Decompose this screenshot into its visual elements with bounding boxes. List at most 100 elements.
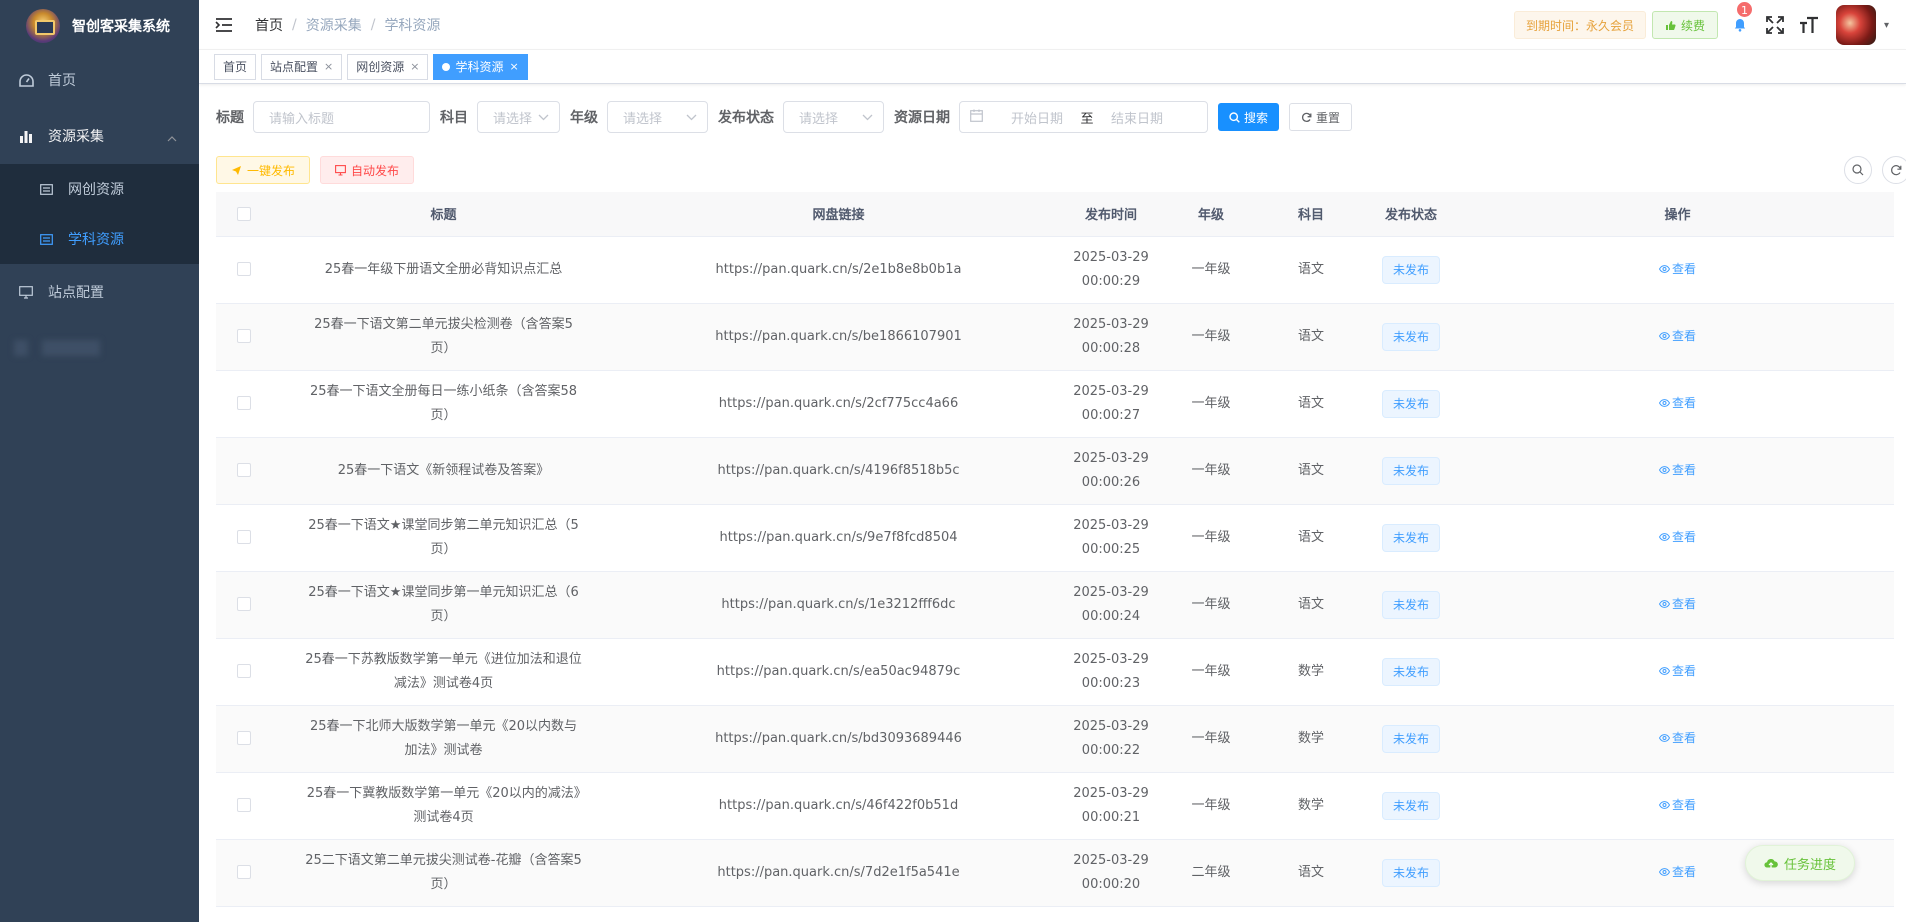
row-checkbox[interactable] bbox=[236, 530, 251, 544]
reset-button[interactable]: 重置 bbox=[1289, 103, 1353, 131]
cell-link: https://pan.quark.cn/s/ea50ac94879c bbox=[616, 638, 1061, 706]
tab-wangchuang-resources[interactable]: 网创资源 × bbox=[347, 53, 429, 80]
search-form: 标题 请输入标题 科目 请选择 年级 请选择 发布状态 请选择 资源日期 开始日… bbox=[216, 84, 1894, 148]
sidebar-item-site-config[interactable]: 站点配置 bbox=[0, 264, 199, 320]
cell-grade: 一年级 bbox=[1161, 705, 1261, 773]
row-checkbox[interactable] bbox=[236, 396, 251, 410]
row-checkbox[interactable] bbox=[236, 597, 251, 611]
tab-subject-resources[interactable]: 学科资源 × bbox=[433, 53, 528, 80]
end-date-input[interactable]: 结束日期 bbox=[1098, 108, 1176, 127]
table-row: 25春一年级下册语文全册必背知识点汇总 https://pan.quark.cn/… bbox=[216, 236, 1894, 304]
table-body: 25春一年级下册语文全册必背知识点汇总 https://pan.quark.cn/… bbox=[216, 236, 1894, 907]
refresh-icon bbox=[1301, 112, 1312, 123]
view-label: 查看 bbox=[1671, 865, 1696, 879]
row-checkbox[interactable] bbox=[236, 664, 251, 678]
view-button[interactable]: 查看 bbox=[1658, 793, 1696, 817]
view-button[interactable]: 查看 bbox=[1658, 525, 1696, 549]
font-size-icon[interactable] bbox=[1798, 14, 1820, 36]
task-progress-button[interactable]: 任务进度 bbox=[1745, 845, 1856, 881]
hamburger-icon[interactable] bbox=[215, 17, 233, 33]
sidebar-item-home[interactable]: 首页 bbox=[0, 52, 199, 108]
view-label: 查看 bbox=[1671, 798, 1696, 812]
grade-select[interactable]: 请选择 bbox=[607, 101, 708, 133]
table-row: 25春一下语文第二单元拔尖检测卷（含答案5页） https://pan.quark… bbox=[216, 303, 1894, 371]
search-button[interactable]: 搜索 bbox=[1218, 103, 1280, 131]
row-checkbox[interactable] bbox=[236, 262, 251, 276]
row-checkbox[interactable] bbox=[236, 731, 251, 745]
cell-grade: 一年级 bbox=[1161, 303, 1261, 371]
sidebar-item-resource-collection[interactable]: 资源采集 bbox=[0, 108, 199, 164]
title-search-input[interactable]: 请输入标题 bbox=[253, 101, 430, 133]
tags-view: 首页 站点配置 × 网创资源 × 学科资源 × bbox=[199, 50, 1906, 84]
row-checkbox[interactable] bbox=[236, 798, 251, 812]
search-icon bbox=[1852, 164, 1864, 176]
breadcrumb-item-resource-collection[interactable]: 资源采集 bbox=[306, 15, 362, 35]
status-select[interactable]: 请选择 bbox=[783, 101, 884, 133]
cell-title: 25春一年级下册语文全册必背知识点汇总 bbox=[271, 236, 616, 304]
date-range-picker[interactable]: 开始日期 至 结束日期 bbox=[959, 101, 1208, 133]
view-label: 查看 bbox=[1671, 396, 1696, 410]
cell-subject: 语文 bbox=[1261, 370, 1361, 438]
sidebar-logo[interactable]: 智创客采集系统 bbox=[0, 0, 199, 52]
renew-label: 续费 bbox=[1680, 18, 1705, 33]
content: 标题 请输入标题 科目 请选择 年级 请选择 发布状态 请选择 资源日期 开始日… bbox=[199, 84, 1906, 907]
cell-status: 未发布 bbox=[1361, 303, 1461, 371]
row-checkbox[interactable] bbox=[236, 463, 251, 477]
subject-select[interactable]: 请选择 bbox=[477, 101, 560, 133]
close-icon[interactable]: × bbox=[324, 60, 333, 73]
view-button[interactable]: 查看 bbox=[1658, 592, 1696, 616]
close-icon[interactable]: × bbox=[410, 60, 419, 73]
row-select-cell bbox=[216, 638, 271, 706]
avatar[interactable] bbox=[1836, 5, 1876, 45]
app-title: 智创客采集系统 bbox=[72, 19, 170, 35]
row-checkbox[interactable] bbox=[236, 329, 251, 343]
thumbs-up-icon bbox=[1665, 20, 1676, 31]
breadcrumb-item-home[interactable]: 首页 bbox=[255, 15, 283, 35]
tab-home[interactable]: 首页 bbox=[214, 53, 257, 80]
row-select-cell bbox=[216, 504, 271, 572]
cell-status: 未发布 bbox=[1361, 772, 1461, 840]
status-select-placeholder: 请选择 bbox=[799, 111, 839, 127]
cell-status: 未发布 bbox=[1361, 437, 1461, 505]
cell-actions: 查看 bbox=[1461, 571, 1894, 639]
toggle-search-button[interactable] bbox=[1844, 156, 1872, 184]
view-label: 查看 bbox=[1671, 530, 1696, 544]
cell-link: https://pan.quark.cn/s/1e3212fff6dc bbox=[616, 571, 1061, 639]
cell-grade: 一年级 bbox=[1161, 504, 1261, 572]
start-date-input[interactable]: 开始日期 bbox=[998, 108, 1076, 127]
breadcrumb-item-current: 学科资源 bbox=[384, 17, 441, 34]
sidebar-item-blurred[interactable] bbox=[0, 320, 199, 376]
cell-grade: 一年级 bbox=[1161, 437, 1261, 505]
cell-subject: 语文 bbox=[1261, 236, 1361, 304]
select-all-checkbox[interactable] bbox=[236, 206, 251, 221]
status-badge: 未发布 bbox=[1381, 657, 1440, 686]
cell-title: 25春一下语文全册每日一练小纸条（含答案58页） bbox=[271, 370, 616, 438]
row-checkbox[interactable] bbox=[236, 865, 251, 879]
eye-icon bbox=[1658, 466, 1670, 474]
sidebar-item-wangchuang-resources[interactable]: 网创资源 bbox=[0, 164, 199, 214]
view-button[interactable]: 查看 bbox=[1658, 659, 1696, 683]
view-button[interactable]: 查看 bbox=[1658, 257, 1696, 281]
view-button[interactable]: 查看 bbox=[1658, 860, 1696, 884]
tab-site-config[interactable]: 站点配置 × bbox=[261, 53, 343, 80]
column-header-link: 网盘链接 bbox=[616, 192, 1061, 237]
renew-button[interactable]: 续费 bbox=[1651, 11, 1718, 39]
view-button[interactable]: 查看 bbox=[1658, 324, 1696, 348]
dashboard-icon bbox=[18, 72, 34, 88]
view-button[interactable]: 查看 bbox=[1658, 391, 1696, 415]
publish-all-button[interactable]: 一键发布 bbox=[216, 156, 311, 184]
column-header-subject: 科目 bbox=[1261, 192, 1361, 237]
view-button[interactable]: 查看 bbox=[1658, 458, 1696, 482]
publish-date: 2025-03-29 bbox=[1073, 517, 1149, 533]
close-icon[interactable]: × bbox=[510, 60, 519, 73]
auto-publish-button[interactable]: 自动发布 bbox=[320, 156, 415, 184]
refresh-button[interactable] bbox=[1882, 156, 1906, 184]
notification-bell[interactable]: 1 bbox=[1730, 1, 1753, 35]
caret-down-icon[interactable]: ▾ bbox=[1884, 20, 1894, 31]
view-label: 查看 bbox=[1671, 262, 1696, 276]
sidebar-item-subject-resources[interactable]: 学科资源 bbox=[0, 214, 199, 264]
eye-icon bbox=[1658, 399, 1670, 407]
view-button[interactable]: 查看 bbox=[1658, 726, 1696, 750]
column-header-status: 发布状态 bbox=[1361, 192, 1461, 237]
fullscreen-icon[interactable] bbox=[1764, 14, 1786, 36]
